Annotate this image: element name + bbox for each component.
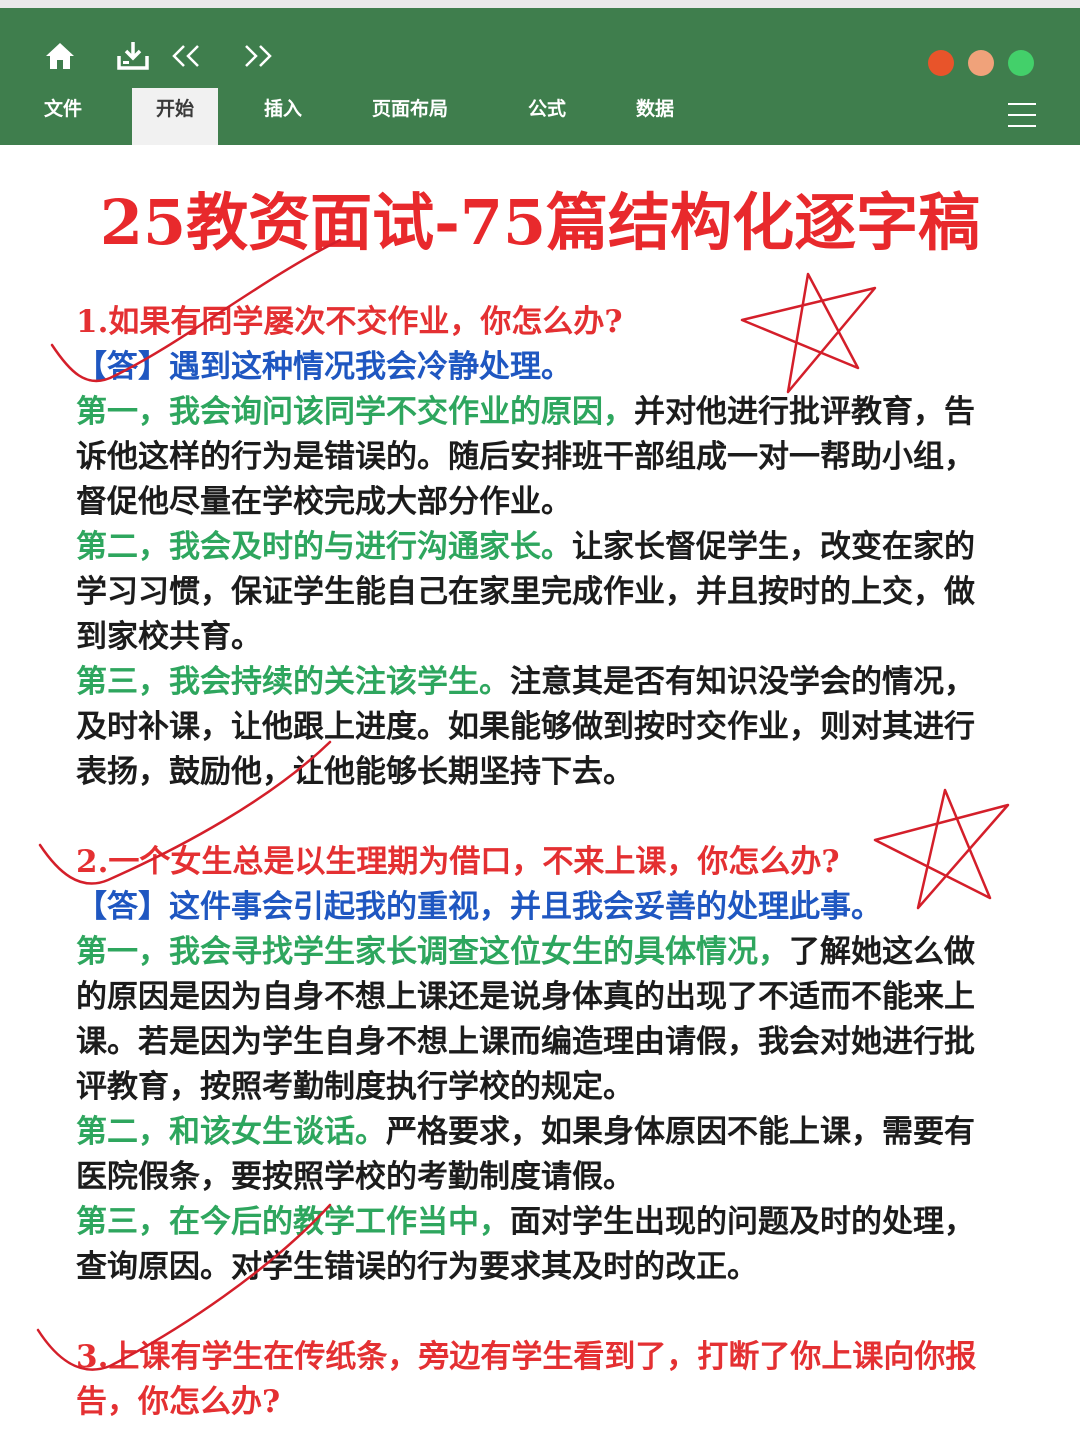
q2-paragraph-1: 第一，我会寻找学生家长调查这位女生的具体情况，了解她这么做的原因是因为自身不想上… (76, 930, 996, 1110)
answer-1: 【答】遇到这种情况我会冷静处理。 (76, 349, 572, 385)
q2-paragraph-3: 第三，在今后的教学工作当中，面对学生出现的问题及时的处理，查询原因。对学生错误的… (76, 1200, 996, 1290)
tab-home[interactable]: 开始 (132, 88, 218, 145)
menu-icon[interactable] (1008, 103, 1036, 129)
q1-paragraph-1: 第一，我会询问该同学不交作业的原因，并对他进行批评教育，告诉他这样的行为是错误的… (76, 390, 996, 525)
window-maximize-dot[interactable] (1008, 50, 1034, 76)
document-body: 1.如果有同学屡次不交作业，你怎么办? 【答】遇到这种情况我会冷静处理。 第一，… (76, 300, 996, 1425)
tab-page-layout[interactable]: 页面布局 (372, 88, 448, 145)
tab-formula[interactable]: 公式 (528, 88, 566, 145)
window-close-dot[interactable] (928, 50, 954, 76)
tab-data[interactable]: 数据 (636, 88, 674, 145)
question-3: 3.上课有学生在传纸条，旁边有学生看到了，打断了你上课向你报告，你怎么办? (76, 1339, 977, 1420)
download-icon[interactable] (114, 38, 152, 74)
q2-p2-lead: 第二，和该女生谈话。 (76, 1114, 386, 1150)
next-icon[interactable] (240, 38, 276, 74)
window-minimize-dot[interactable] (968, 50, 994, 76)
q1-p1-lead: 第一，我会询问该同学不交作业的原因， (76, 394, 634, 430)
q1-paragraph-2: 第二，我会及时的与进行沟通家长。让家长督促学生，改变在家的学习习惯，保证学生能自… (76, 525, 996, 660)
q2-p1-lead: 第一，我会寻找学生家长调查这位女生的具体情况， (76, 934, 789, 970)
prev-icon[interactable] (168, 38, 204, 74)
tab-file[interactable]: 文件 (44, 88, 82, 145)
q1-paragraph-3: 第三，我会持续的关注该学生。注意其是否有知识没学会的情况，及时补课，让他跟上进度… (76, 660, 996, 795)
q1-p3-lead: 第三，我会持续的关注该学生。 (76, 664, 510, 700)
top-strip (0, 0, 1080, 8)
answer-2: 【答】这件事会引起我的重视，并且我会妥善的处理此事。 (76, 889, 882, 925)
toolbar-ribbon: 文件 开始 插入 页面布局 公式 数据 (0, 8, 1080, 145)
question-1: 1.如果有同学屡次不交作业，你怎么办? (76, 304, 623, 340)
page-title: 25教资面试-75篇结构化逐字稿 (99, 186, 981, 259)
tab-insert[interactable]: 插入 (264, 88, 302, 145)
q2-paragraph-2: 第二，和该女生谈话。严格要求，如果身体原因不能上课，需要有医院假条，要按照学校的… (76, 1110, 996, 1200)
question-2: 2.一个女生总是以生理期为借口，不来上课，你怎么办? (76, 844, 840, 880)
q1-p2-lead: 第二，我会及时的与进行沟通家长。 (76, 529, 572, 565)
q2-p3-lead: 第三，在今后的教学工作当中， (76, 1204, 510, 1240)
home-icon[interactable] (42, 38, 78, 74)
